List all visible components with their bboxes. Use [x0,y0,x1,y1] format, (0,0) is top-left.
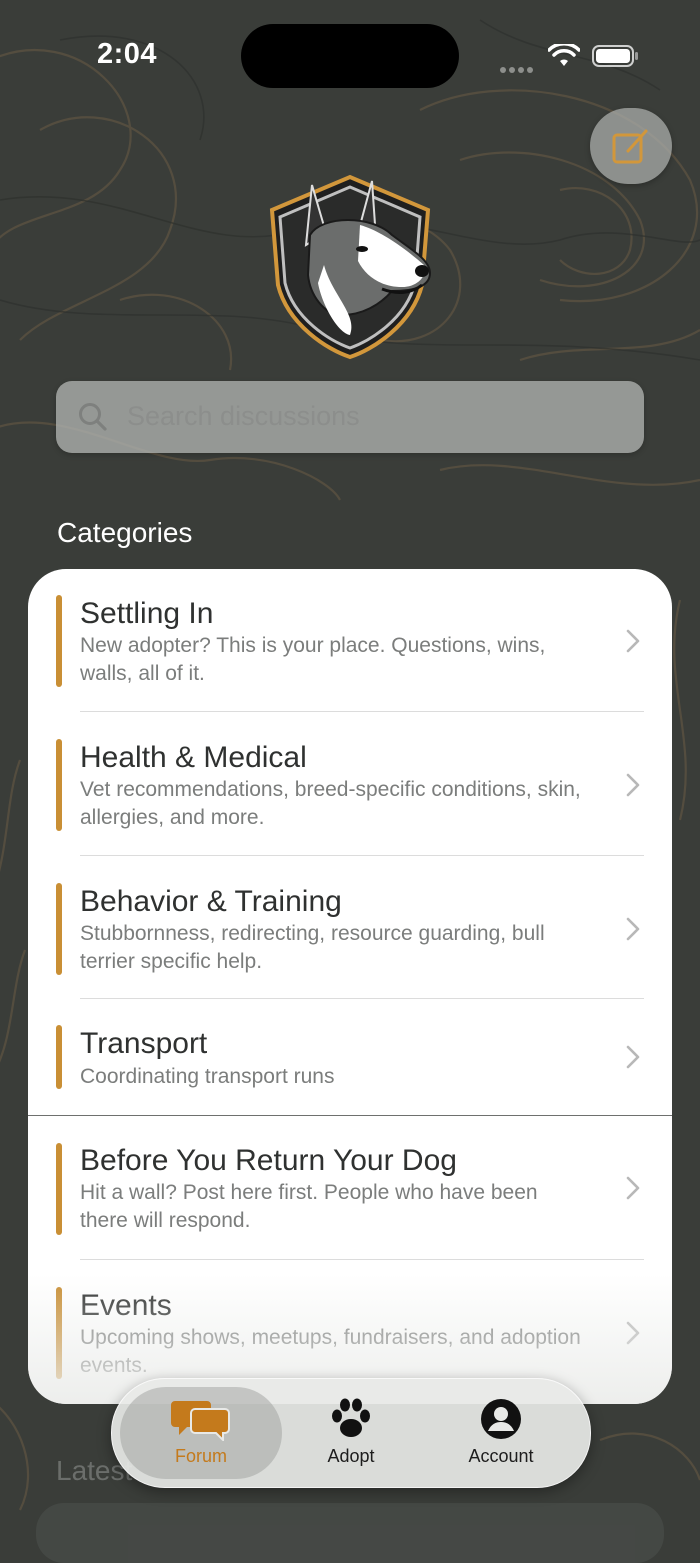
category-description: Hit a wall? Post here first. People who … [80,1181,538,1232]
forum-bubbles-icon [171,1401,230,1441]
chevron-right-icon [626,917,640,941]
latest-card[interactable] [36,1503,664,1563]
dynamic-island [241,24,459,88]
tab-forum[interactable]: Forum [126,1379,276,1487]
battery-icon [592,45,638,67]
paw-icon [332,1398,370,1437]
category-title: Behavior & Training [80,885,342,918]
category-description: Upcoming shows, meetups, fundraisers, an… [80,1326,581,1377]
chevron-right-icon [626,629,640,653]
chevron-right-icon [626,773,640,797]
bull-terrier-logo [269,174,432,360]
search-placeholder: Search discussions [127,401,360,431]
category-description: Coordinating transport runs [80,1065,335,1088]
category-accent-bar [56,1287,62,1379]
category-accent-bar [56,595,62,687]
wifi-icon [548,44,580,66]
category-title: Transport [80,1027,208,1060]
compose-button[interactable] [590,108,672,184]
category-row-settling-in[interactable]: Settling In New adopter? This is your pl… [28,569,672,712]
tab-account[interactable]: Account [426,1379,576,1487]
tab-label: Adopt [327,1446,375,1466]
chevron-right-icon [626,1321,640,1345]
category-description: Vet recommendations, breed-specific cond… [80,778,581,829]
tab-adopt[interactable]: Adopt [276,1379,426,1487]
tab-label: Account [468,1446,534,1466]
search-input[interactable]: Search discussions [56,381,644,453]
search-icon [79,403,107,431]
category-accent-bar [56,1143,62,1235]
category-accent-bar [56,1025,62,1089]
categories-heading: Categories [57,517,193,548]
chevron-right-icon [626,1045,640,1069]
category-title: Before You Return Your Dog [80,1144,457,1177]
account-icon [481,1399,521,1439]
cellular-signal-icon [500,60,536,78]
category-row-before-you-return[interactable]: Before You Return Your Dog Hit a wall? P… [28,1116,672,1259]
category-accent-bar [56,883,62,975]
category-title: Events [80,1289,172,1322]
category-accent-bar [56,739,62,831]
tab-label: Forum [174,1446,227,1466]
chevron-right-icon [626,1176,640,1200]
categories-card: Settling In New adopter? This is your pl… [28,569,672,1404]
category-description: Stubbornness, redirecting, resource guar… [80,922,545,973]
category-row-health-medical[interactable]: Health & Medical Vet recommendations, br… [28,712,672,856]
compose-icon [612,129,648,164]
category-description: New adopter? This is your place. Questio… [80,634,546,685]
category-row-transport[interactable]: Transport Coordinating transport runs [28,999,672,1115]
category-row-behavior-training[interactable]: Behavior & Training Stubbornness, redire… [28,856,672,999]
category-title: Settling In [80,597,214,630]
category-title: Health & Medical [80,741,307,774]
status-time: 2:04 [97,38,158,70]
tab-bar: Forum Adopt Account [111,1378,591,1488]
